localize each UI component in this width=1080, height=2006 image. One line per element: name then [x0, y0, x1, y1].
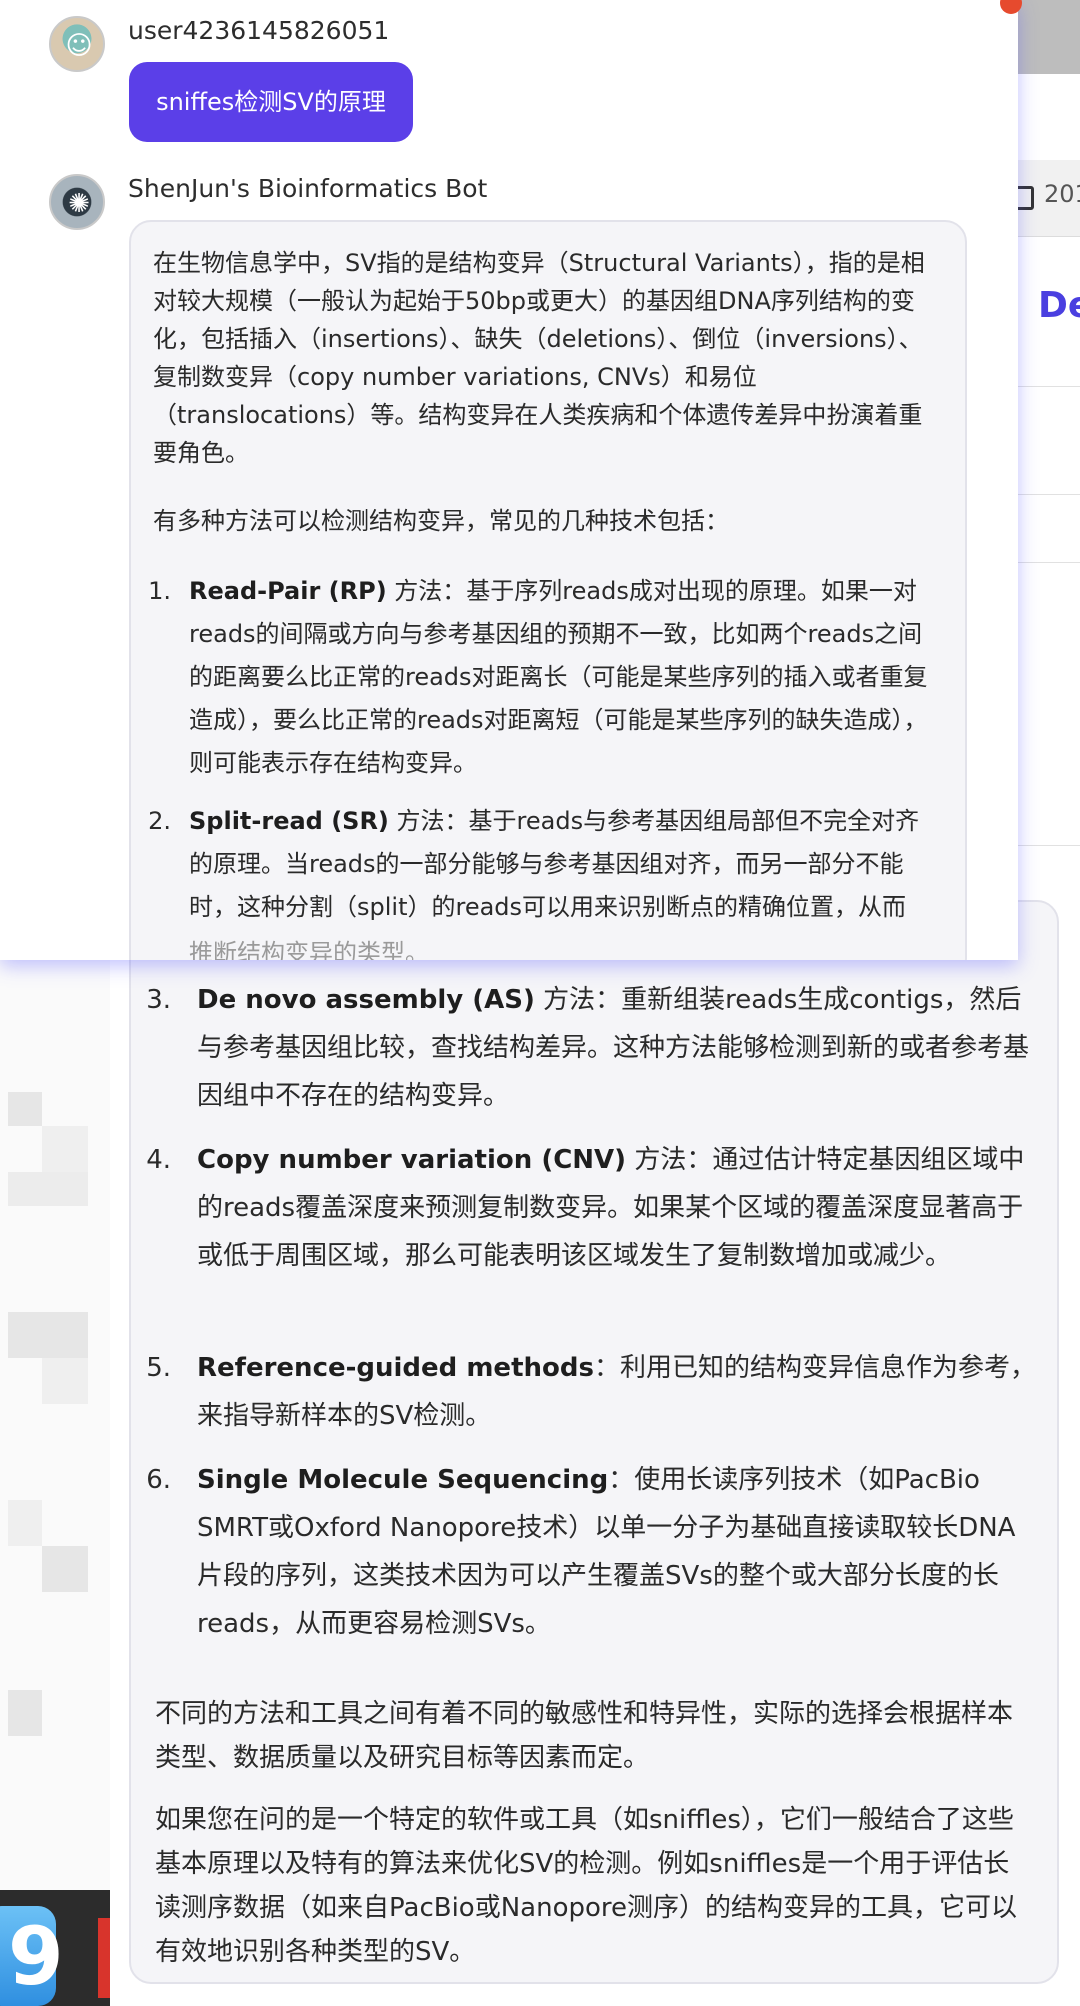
user-message: sniffes检测SV的原理 [129, 62, 413, 142]
pixel-block [42, 1358, 88, 1404]
method-title: Read-Pair (RP) [189, 577, 387, 605]
method-title: Single Molecule Sequencing [197, 1465, 609, 1495]
pixel-block [8, 1092, 42, 1126]
user-name: user4236145826051 [128, 16, 390, 45]
method-title: Copy number variation (CNV) [197, 1145, 627, 1175]
list-number: 4. [146, 1145, 171, 1175]
bot-response-card-continued: 3. De novo assembly (AS) 方法：重新组装reads生成c… [129, 900, 1059, 1984]
list-number: 1. [148, 577, 171, 605]
bot-name: ShenJun's Bioinformatics Bot [128, 174, 488, 203]
list-item-1: Read-Pair (RP) 方法：基于序列reads成对出现的原理。如果一对r… [189, 570, 943, 785]
faded-line: 推断结构变异的类型。 [189, 939, 429, 960]
list-number: 5. [146, 1353, 171, 1383]
background-heading: De [1038, 285, 1080, 326]
methods-intro: 有多种方法可以检测结构变异，常见的几种技术包括： [153, 507, 729, 535]
method-title: Reference-guided methods [197, 1353, 594, 1383]
background-tab-date: 201 [1044, 180, 1080, 208]
user-avatar: ☺ [49, 16, 105, 72]
list-item-2: Split-read (SR) 方法：基于reads与参考基因组局部但不完全对齐… [189, 800, 943, 929]
list-number: 3. [146, 985, 171, 1015]
intro-paragraph: 在生物信息学中，SV指的是结构变异（Structural Variants），指… [153, 249, 925, 467]
conclusion-paragraph: 如果您在问的是一个特定的软件或工具（如sniffles），它们一般结合了这些基本… [155, 1805, 1017, 1967]
method-text: 方法：基于序列reads成对出现的原理。如果一对reads的间隔或方向与参考基因… [189, 577, 928, 777]
bot-avatar: ✺ [49, 174, 105, 230]
pixel-block [42, 1546, 88, 1592]
pixel-block [8, 1690, 42, 1736]
bot-response-card: 在生物信息学中，SV指的是结构变异（Structural Variants），指… [129, 220, 967, 960]
brain-icon: ✺ [68, 189, 90, 219]
conclusion-paragraph: 不同的方法和工具之间有着不同的敏感性和特异性，实际的选择会根据样本类型、数据质量… [155, 1699, 1014, 1773]
method-title: De novo assembly (AS) [197, 985, 535, 1015]
method-title: Split-read (SR) [189, 807, 389, 835]
list-number: 2. [148, 807, 171, 835]
list-item-4: Copy number variation (CNV) 方法：通过估计特定基因组… [197, 1136, 1037, 1280]
pixel-block [8, 1172, 88, 1206]
pixel-block [8, 1500, 42, 1546]
person-icon: ☺ [65, 31, 93, 61]
list-number: 6. [146, 1465, 171, 1495]
list-item-5: Reference-guided methods：利用已知的结构变异信息作为参考… [197, 1344, 1037, 1440]
finder-face-icon: 9 [8, 1910, 64, 2003]
chat-popup: ☺ user4236145826051 sniffes检测SV的原理 ✺ She… [0, 0, 1018, 960]
pixel-block [42, 1126, 88, 1172]
background-left-pane [0, 960, 110, 2006]
pixel-block [8, 1312, 88, 1358]
list-item-3: De novo assembly (AS) 方法：重新组装reads生成cont… [197, 976, 1037, 1120]
dock-app-icon[interactable] [98, 1918, 110, 1998]
list-item-6: Single Molecule Sequencing：使用长读序列技术（如Pac… [197, 1456, 1037, 1648]
